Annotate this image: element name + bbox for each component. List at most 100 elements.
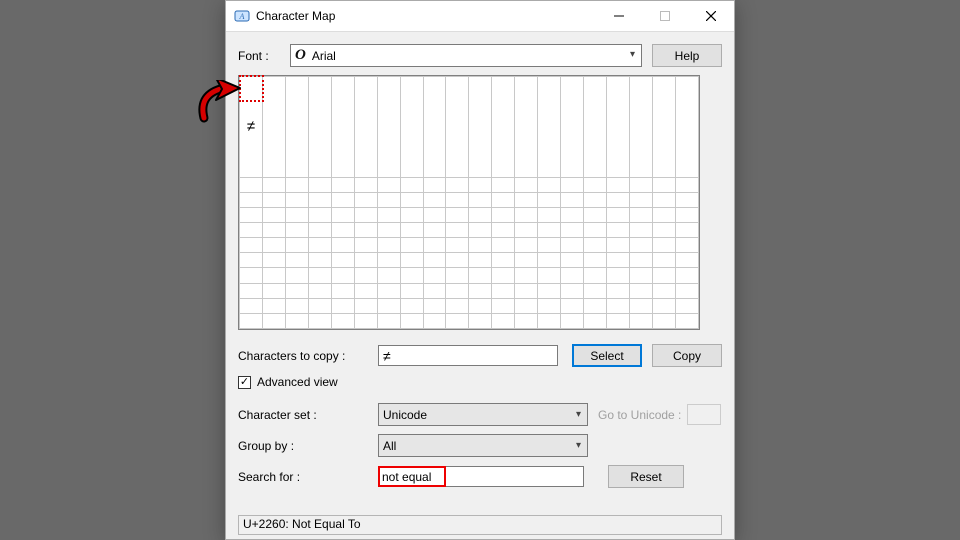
grid-cell[interactable] [607,298,630,313]
grid-cell[interactable] [354,208,377,223]
grid-cell[interactable] [652,177,675,192]
grid-cell[interactable] [331,253,354,268]
grid-cell[interactable] [354,253,377,268]
grid-cell[interactable] [377,253,400,268]
grid-cell[interactable] [423,313,446,328]
grid-cell[interactable] [377,268,400,283]
grid-cell[interactable] [469,177,492,192]
grid-cell[interactable] [308,177,331,192]
grid-cell[interactable] [446,177,469,192]
grid-cell[interactable] [584,208,607,223]
grid-cell[interactable] [492,223,515,238]
grid-cell[interactable] [469,253,492,268]
grid-cell[interactable] [377,223,400,238]
grid-cell[interactable] [377,77,400,178]
grid-cell[interactable] [629,177,652,192]
group-by-dropdown[interactable]: All ▾ [378,434,588,457]
grid-cell[interactable] [354,77,377,178]
grid-cell[interactable] [492,313,515,328]
grid-cell[interactable] [652,192,675,207]
grid-cell[interactable] [308,192,331,207]
grid-cell[interactable] [607,223,630,238]
grid-cell[interactable] [515,298,538,313]
grid-cell[interactable] [538,253,561,268]
grid-cell[interactable] [515,208,538,223]
grid-cell[interactable] [423,298,446,313]
grid-cell[interactable] [675,223,698,238]
grid-cell[interactable] [652,238,675,253]
advanced-view-checkbox[interactable]: ✓ [238,376,251,389]
grid-cell[interactable] [285,238,308,253]
grid-cell[interactable] [652,253,675,268]
grid-cell[interactable] [354,298,377,313]
grid-cell[interactable] [492,177,515,192]
grid-cell[interactable] [584,313,607,328]
grid-cell[interactable] [377,208,400,223]
grid-cell[interactable] [446,253,469,268]
grid-cell[interactable] [262,283,285,298]
grid-cell[interactable] [538,192,561,207]
grid-cell[interactable] [607,253,630,268]
grid-cell[interactable] [446,208,469,223]
grid-cell[interactable] [423,283,446,298]
grid-cell[interactable] [675,298,698,313]
search-for-input-extra[interactable] [446,466,584,487]
grid-cell[interactable] [240,238,263,253]
grid-cell[interactable] [561,283,584,298]
grid-cell[interactable] [423,177,446,192]
grid-cell[interactable] [515,77,538,178]
copy-button[interactable]: Copy [652,344,722,367]
grid-cell[interactable] [240,223,263,238]
character-set-dropdown[interactable]: Unicode ▾ [378,403,588,426]
grid-cell[interactable] [629,298,652,313]
grid-cell[interactable] [561,238,584,253]
grid-cell[interactable] [262,253,285,268]
grid-cell[interactable] [538,77,561,178]
grid-cell[interactable] [423,253,446,268]
grid-cell[interactable] [285,77,308,178]
font-dropdown[interactable]: O Arial ▾ [290,44,642,67]
grid-cell[interactable] [400,268,423,283]
grid-cell[interactable] [400,208,423,223]
grid-cell[interactable] [492,253,515,268]
grid-cell[interactable] [561,253,584,268]
grid-cell[interactable] [240,253,263,268]
grid-cell[interactable] [584,283,607,298]
grid-cell[interactable] [240,177,263,192]
grid-cell[interactable] [629,268,652,283]
grid-cell[interactable] [561,268,584,283]
grid-cell[interactable] [354,192,377,207]
grid-cell[interactable] [561,77,584,178]
grid-cell[interactable] [446,77,469,178]
grid-cell[interactable] [469,208,492,223]
grid-cell[interactable] [240,313,263,328]
grid-cell[interactable] [308,298,331,313]
grid-cell[interactable] [515,253,538,268]
grid-cell[interactable] [285,268,308,283]
grid-cell[interactable] [675,208,698,223]
grid-cell[interactable] [354,268,377,283]
grid-cell[interactable] [354,283,377,298]
grid-cell[interactable] [285,223,308,238]
close-button[interactable] [688,1,734,31]
grid-cell[interactable] [377,238,400,253]
grid-cell[interactable] [515,192,538,207]
grid-cell[interactable] [469,238,492,253]
grid-cell[interactable] [240,208,263,223]
grid-cell[interactable] [584,77,607,178]
grid-cell[interactable] [400,313,423,328]
grid-cell[interactable] [584,177,607,192]
grid-cell[interactable] [354,223,377,238]
grid-cell[interactable] [561,177,584,192]
grid-cell[interactable] [400,192,423,207]
grid-cell[interactable] [240,298,263,313]
grid-cell[interactable]: ≠ [240,77,263,178]
grid-cell[interactable] [652,208,675,223]
grid-cell[interactable] [308,77,331,178]
grid-cell[interactable] [675,313,698,328]
grid-cell[interactable] [675,268,698,283]
grid-cell[interactable] [446,298,469,313]
grid-cell[interactable] [446,223,469,238]
grid-cell[interactable] [240,192,263,207]
maximize-button[interactable] [642,1,688,31]
